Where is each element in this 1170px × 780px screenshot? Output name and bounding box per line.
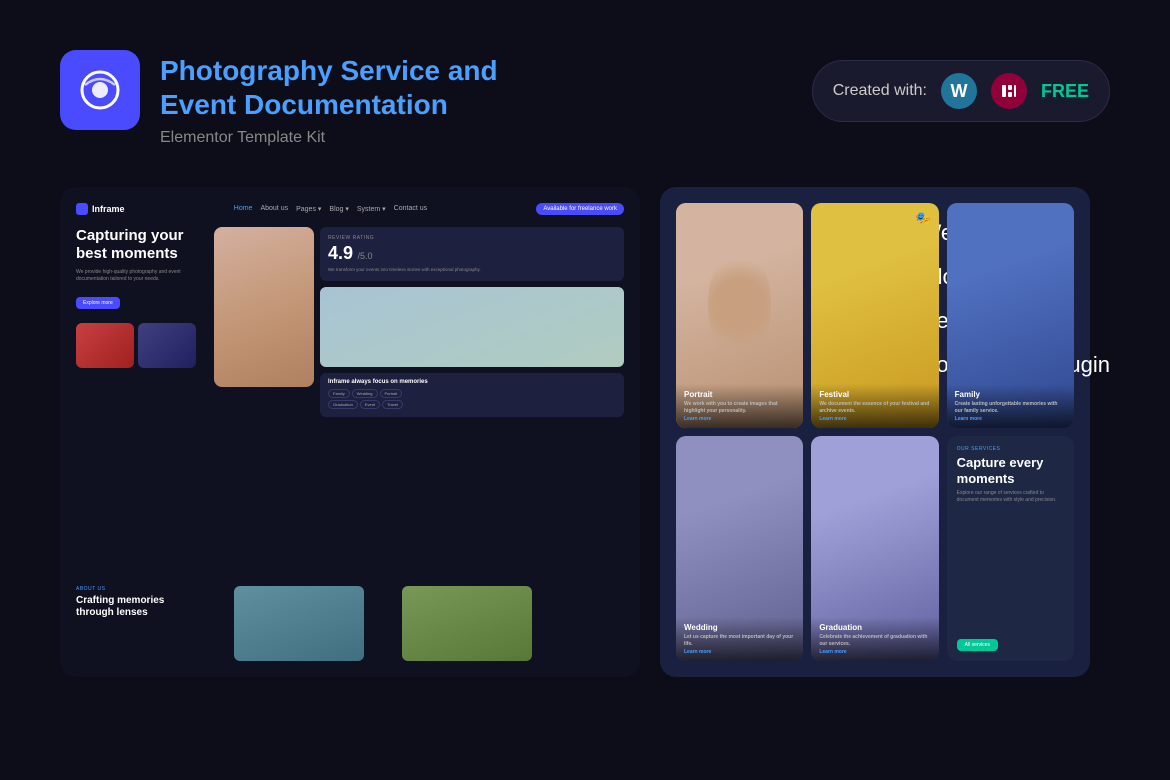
about-headline: Crafting memories through lenses (76, 595, 196, 619)
preview-hero: Capturing your best moments We provide h… (76, 227, 624, 578)
hero-right: REVIEW RATING 4.9 /5.0 We transform your… (214, 227, 624, 578)
hero-headline: Capturing your best moments (76, 227, 206, 263)
wordpress-icon: W (941, 73, 977, 109)
tag-travel: Travel (382, 400, 403, 409)
festival-emoji: 🎭 (916, 211, 931, 225)
service-festival: 🎭 Festival We document the essence of yo… (811, 203, 938, 428)
service-wedding: Wedding Let us capture the most importan… (676, 436, 803, 661)
service-family-label: Family Create lasting unforgettable memo… (947, 384, 1074, 428)
preview-brand: Inframe (76, 203, 125, 215)
showcase-card: Portrait We work with you to create imag… (660, 187, 1090, 677)
service-wedding-label: Wedding Let us capture the most importan… (676, 617, 803, 661)
hero-explore-btn: Explore more (76, 297, 120, 309)
brand-title: Photography Service and Event Documentat… (160, 54, 498, 121)
preview-bottom: ABOUT US Crafting memories through lense… (76, 586, 624, 661)
about-label: ABOUT US (76, 586, 196, 592)
hero-desc: We provide high-quality photography and … (76, 269, 206, 283)
beach-photo (320, 287, 624, 367)
hero-thumb-1 (76, 323, 134, 368)
tag-portrait: Portrait (380, 389, 403, 398)
preview-nav-cta: Available for freelance work (536, 203, 624, 215)
logo-icon (60, 50, 140, 130)
hero-left: Capturing your best moments We provide h… (76, 227, 206, 578)
tags-row: Family Wedding Portrait (328, 389, 616, 398)
preview-nav-links: Home About us Pages ▾ Blog ▾ System ▾ Co… (234, 205, 427, 213)
memory-title: Inframe always focus on memories (328, 379, 616, 385)
service-portrait: Portrait We work with you to create imag… (676, 203, 803, 428)
tag-wedding: Wedding (352, 389, 378, 398)
rating-number: 4.9 /5.0 (328, 243, 616, 264)
brand-subtitle: Elementor Template Kit (160, 129, 498, 147)
preview-nav: Inframe Home About us Pages ▾ Blog ▾ Sys… (76, 203, 624, 215)
all-services-btn[interactable]: All services (957, 639, 998, 651)
rating-label: REVIEW RATING (328, 235, 616, 241)
service-graduation-label: Graduation Celebrate the achievement of … (811, 617, 938, 661)
preview-inner: Inframe Home About us Pages ▾ Blog ▾ Sys… (60, 187, 640, 677)
service-festival-label: Festival We document the essence of your… (811, 384, 938, 428)
preview-card: Inframe Home About us Pages ▾ Blog ▾ Sys… (60, 187, 640, 677)
created-with-badge: Created with: W FREE (812, 60, 1110, 122)
about-photo-2 (402, 586, 532, 661)
rating-desc: We transform your events into timeless s… (328, 267, 616, 273)
hero-main-photo (214, 227, 314, 387)
main-content: Inframe Home About us Pages ▾ Blog ▾ Sys… (0, 187, 1170, 677)
header: Photography Service and Event Documentat… (0, 0, 1170, 177)
capture-headline: Capture every moments (957, 455, 1064, 486)
capture-desc: Explore our range of services crafted to… (957, 490, 1064, 504)
hero-rating-card: REVIEW RATING 4.9 /5.0 We transform your… (320, 227, 624, 578)
capture-cell: OUR SERVICES Capture every moments Explo… (947, 436, 1074, 661)
memory-text-card: Inframe always focus on memories Family … (320, 373, 624, 417)
rating-box: REVIEW RATING 4.9 /5.0 We transform your… (320, 227, 624, 281)
about-section: ABOUT US Crafting memories through lense… (76, 586, 196, 661)
service-portrait-label: Portrait We work with you to create imag… (676, 384, 803, 428)
hero-thumb-2 (138, 323, 196, 368)
brand-section: Photography Service and Event Documentat… (60, 50, 498, 147)
service-family: Family Create lasting unforgettable memo… (947, 203, 1074, 428)
tag-graduation: Graduation (328, 400, 358, 409)
created-label: Created with: (833, 82, 927, 100)
preview-logo-icon (76, 203, 88, 215)
service-graduation: Graduation Celebrate the achievement of … (811, 436, 938, 661)
brand-text: Photography Service and Event Documentat… (160, 50, 498, 147)
free-badge: FREE (1041, 81, 1089, 102)
capture-label: OUR SERVICES (957, 446, 1064, 452)
tag-event: Event (360, 400, 380, 409)
hero-images-row (76, 323, 206, 368)
tags-row-2: Graduation Event Travel (328, 400, 616, 409)
tag-family: Family (328, 389, 350, 398)
elementor-icon (991, 73, 1027, 109)
about-photo (234, 586, 364, 661)
